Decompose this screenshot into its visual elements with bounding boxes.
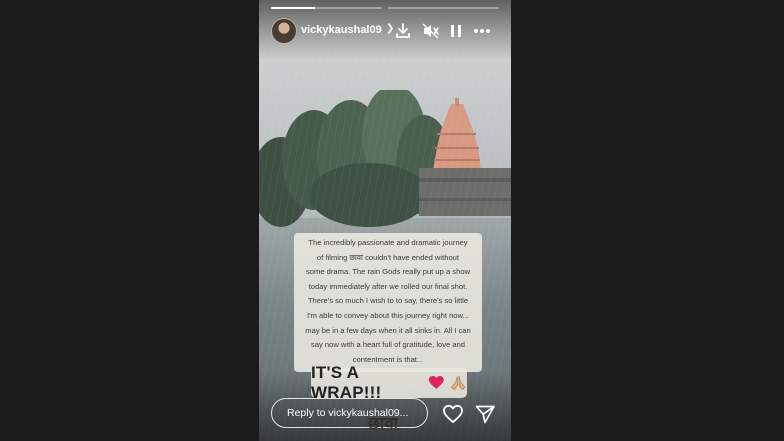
progress-segment-1 bbox=[271, 7, 382, 9]
caption-line: may be in a few days when it all sinks i… bbox=[305, 325, 471, 335]
story-header: vickykaushal09 ❯ bbox=[271, 18, 501, 44]
caption-line: say now with a heart full of gratitude, … bbox=[310, 340, 466, 350]
caption-line: of filming छावा couldn't have ended with… bbox=[317, 252, 459, 262]
more-options-icon[interactable] bbox=[472, 21, 492, 41]
caption-line: some drama. The rain Gods really put up … bbox=[305, 267, 471, 277]
story-viewer[interactable]: vickykaushal09 ❯ The incredibly passiona… bbox=[259, 0, 511, 441]
wrap-text: IT'S A WRAP!!! bbox=[311, 363, 382, 402]
progress-segment-2 bbox=[388, 7, 499, 9]
story-progress-bar bbox=[271, 7, 499, 9]
share-icon[interactable] bbox=[474, 403, 496, 425]
mute-icon[interactable] bbox=[421, 21, 441, 41]
red-heart-icon bbox=[428, 375, 444, 389]
caption-line: today immediately after we rolled our fi… bbox=[308, 281, 468, 291]
wrap-sticker: IT'S A WRAP!!! bbox=[311, 363, 467, 402]
download-icon[interactable] bbox=[393, 21, 413, 41]
pause-icon[interactable] bbox=[446, 21, 466, 41]
like-heart-icon[interactable] bbox=[442, 403, 464, 425]
caption-line: The incredibly passionate and dramatic j… bbox=[308, 238, 468, 247]
caption-line: I'm able to convey about this journey ri… bbox=[307, 310, 469, 320]
scenery-trees-and-temple bbox=[259, 90, 511, 227]
folded-hands-icon bbox=[450, 376, 465, 391]
film-title-watermark: छावा bbox=[367, 414, 399, 434]
avatar[interactable] bbox=[271, 18, 297, 44]
username[interactable]: vickykaushal09 bbox=[301, 24, 382, 36]
story-caption: The incredibly passionate and dramatic j… bbox=[294, 233, 482, 373]
caption-line: There's so much I wish to to say, there'… bbox=[307, 296, 469, 306]
